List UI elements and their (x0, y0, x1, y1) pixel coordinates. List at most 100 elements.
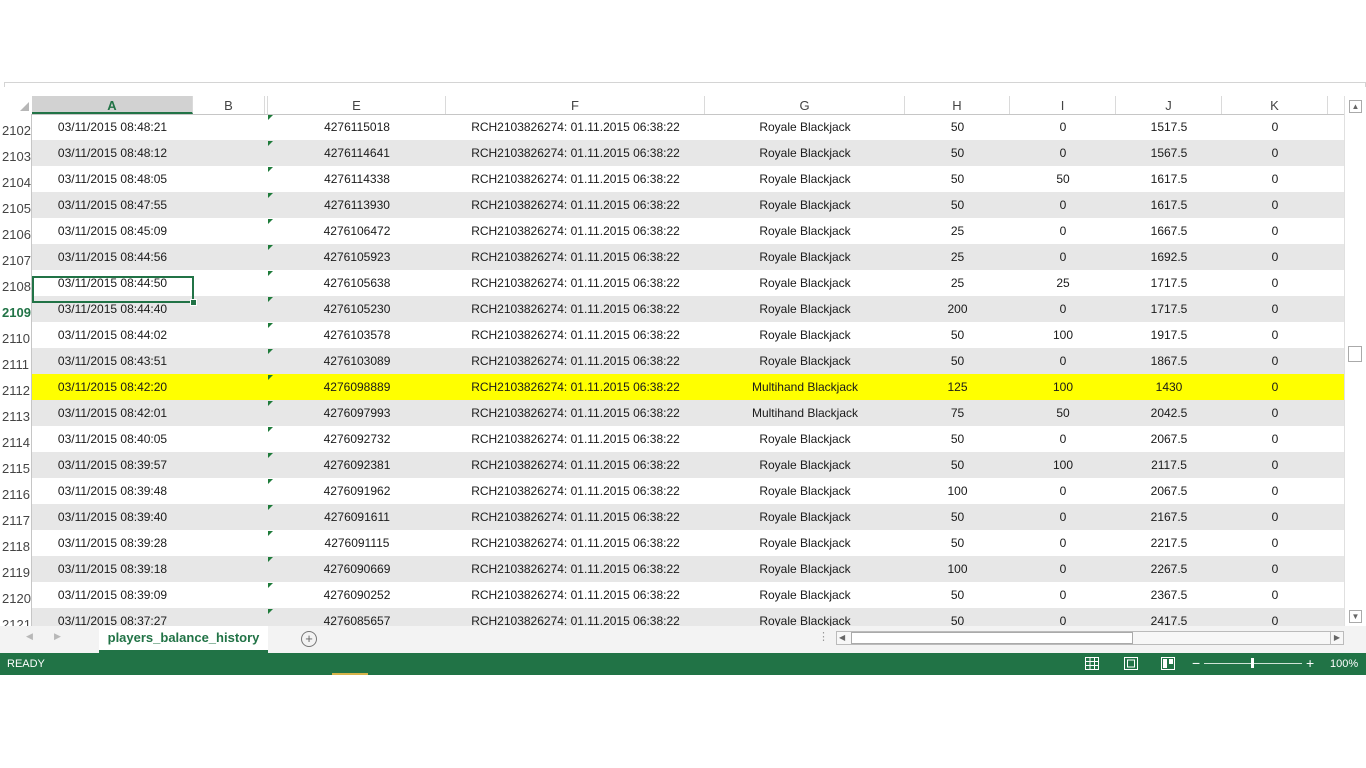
cell-E[interactable]: 4276090252 (268, 582, 446, 608)
cell-A[interactable]: 03/11/2015 08:39:09 (32, 582, 193, 608)
page-layout-icon[interactable] (1124, 657, 1138, 670)
cell-E[interactable]: 4276106472 (268, 218, 446, 244)
cell-F[interactable]: RCH2103826274: 01.11.2015 06:38:22 (446, 192, 705, 218)
cell-E[interactable]: 4276085657 (268, 608, 446, 626)
zoom-in-icon[interactable]: + (1306, 653, 1314, 674)
cell-F[interactable]: RCH2103826274: 01.11.2015 06:38:22 (446, 452, 705, 478)
cell-F[interactable]: RCH2103826274: 01.11.2015 06:38:22 (446, 114, 705, 140)
cell-I[interactable]: 0 (1010, 556, 1116, 582)
cell-A[interactable]: 03/11/2015 08:44:56 (32, 244, 193, 270)
row-header[interactable]: 2102 (0, 114, 32, 140)
cell-G[interactable]: Royale Blackjack (705, 270, 905, 296)
cell-J[interactable]: 2367.5 (1116, 582, 1222, 608)
cell-K[interactable]: 0 (1222, 270, 1328, 296)
cell-H[interactable]: 50 (905, 504, 1010, 530)
cell-A[interactable]: 03/11/2015 08:42:20 (32, 374, 193, 400)
cell-I[interactable]: 0 (1010, 192, 1116, 218)
zoom-out-icon[interactable]: − (1192, 653, 1200, 674)
cell-A[interactable]: 03/11/2015 08:42:01 (32, 400, 193, 426)
cell-K[interactable]: 0 (1222, 582, 1328, 608)
cell-E[interactable]: 4276105923 (268, 244, 446, 270)
cell-I[interactable]: 100 (1010, 374, 1116, 400)
cell-A[interactable]: 03/11/2015 08:45:09 (32, 218, 193, 244)
cell-H[interactable]: 50 (905, 608, 1010, 626)
column-header-J[interactable]: J (1116, 96, 1222, 114)
cell-J[interactable]: 2067.5 (1116, 478, 1222, 504)
cell-I[interactable]: 0 (1010, 426, 1116, 452)
cell-G[interactable]: Royale Blackjack (705, 166, 905, 192)
cell-F[interactable]: RCH2103826274: 01.11.2015 06:38:22 (446, 374, 705, 400)
cell-G[interactable]: Royale Blackjack (705, 296, 905, 322)
spreadsheet-grid[interactable]: A B E F G H I J K 2102 03/11/2015 08:48:2… (0, 96, 1344, 626)
cell-I[interactable]: 0 (1010, 582, 1116, 608)
cell-H[interactable]: 50 (905, 348, 1010, 374)
cell-J[interactable]: 1917.5 (1116, 322, 1222, 348)
cell-J[interactable]: 1567.5 (1116, 140, 1222, 166)
zoom-level[interactable]: 100% (1330, 653, 1358, 675)
cell-J[interactable]: 2067.5 (1116, 426, 1222, 452)
cell-F[interactable]: RCH2103826274: 01.11.2015 06:38:22 (446, 296, 705, 322)
cell-K[interactable]: 0 (1222, 426, 1328, 452)
cell-F[interactable]: RCH2103826274: 01.11.2015 06:38:22 (446, 556, 705, 582)
cell-J[interactable]: 1667.5 (1116, 218, 1222, 244)
cell-H[interactable]: 25 (905, 218, 1010, 244)
cell-G[interactable]: Royale Blackjack (705, 322, 905, 348)
column-header-G[interactable]: G (705, 96, 905, 114)
cell-I[interactable]: 0 (1010, 478, 1116, 504)
cell-I[interactable]: 0 (1010, 218, 1116, 244)
cell-A[interactable]: 03/11/2015 08:44:40 (32, 296, 193, 322)
normal-view-icon[interactable] (1085, 657, 1099, 670)
cell-G[interactable]: Royale Blackjack (705, 530, 905, 556)
row-header[interactable]: 2105 (0, 192, 32, 218)
cell-G[interactable]: Royale Blackjack (705, 244, 905, 270)
cell-I[interactable]: 0 (1010, 348, 1116, 374)
cell-A[interactable]: 03/11/2015 08:48:05 (32, 166, 193, 192)
row-header[interactable]: 2106 (0, 218, 32, 244)
cell-E[interactable]: 4276091115 (268, 530, 446, 556)
cell-K[interactable]: 0 (1222, 478, 1328, 504)
cell-F[interactable]: RCH2103826274: 01.11.2015 06:38:22 (446, 478, 705, 504)
cell-A[interactable]: 03/11/2015 08:44:50 (32, 270, 193, 296)
horizontal-scroll-thumb[interactable] (851, 632, 1133, 644)
cell-J[interactable]: 1617.5 (1116, 166, 1222, 192)
cell-H[interactable]: 50 (905, 426, 1010, 452)
cell-I[interactable]: 100 (1010, 322, 1116, 348)
cell-K[interactable]: 0 (1222, 504, 1328, 530)
cell-K[interactable]: 0 (1222, 400, 1328, 426)
cell-E[interactable]: 4276103578 (268, 322, 446, 348)
cell-A[interactable]: 03/11/2015 08:39:40 (32, 504, 193, 530)
cell-E[interactable]: 4276115018 (268, 114, 446, 140)
vertical-scroll-thumb[interactable] (1348, 346, 1362, 362)
cell-K[interactable]: 0 (1222, 374, 1328, 400)
cell-K[interactable]: 0 (1222, 166, 1328, 192)
cell-F[interactable]: RCH2103826274: 01.11.2015 06:38:22 (446, 218, 705, 244)
cell-J[interactable]: 1517.5 (1116, 114, 1222, 140)
cell-K[interactable]: 0 (1222, 192, 1328, 218)
cell-I[interactable]: 0 (1010, 114, 1116, 140)
cell-H[interactable]: 50 (905, 322, 1010, 348)
cell-H[interactable]: 25 (905, 244, 1010, 270)
cell-G[interactable]: Royale Blackjack (705, 582, 905, 608)
cell-G[interactable]: Royale Blackjack (705, 192, 905, 218)
cell-H[interactable]: 50 (905, 140, 1010, 166)
cell-I[interactable]: 0 (1010, 608, 1116, 626)
cell-A[interactable]: 03/11/2015 08:40:05 (32, 426, 193, 452)
cell-A[interactable]: 03/11/2015 08:39:28 (32, 530, 193, 556)
column-header-B[interactable]: B (193, 96, 265, 114)
cell-F[interactable]: RCH2103826274: 01.11.2015 06:38:22 (446, 244, 705, 270)
cell-H[interactable]: 50 (905, 114, 1010, 140)
cell-K[interactable]: 0 (1222, 452, 1328, 478)
cell-H[interactable]: 50 (905, 582, 1010, 608)
next-sheet-arrow-icon[interactable]: ▶ (54, 631, 61, 642)
cell-H[interactable]: 100 (905, 478, 1010, 504)
cell-I[interactable]: 50 (1010, 400, 1116, 426)
cell-E[interactable]: 4276105638 (268, 270, 446, 296)
cell-H[interactable]: 50 (905, 452, 1010, 478)
sheet-tab-players-balance-history[interactable]: players_balance_history (99, 626, 268, 653)
cell-G[interactable]: Royale Blackjack (705, 452, 905, 478)
cell-F[interactable]: RCH2103826274: 01.11.2015 06:38:22 (446, 530, 705, 556)
fill-handle[interactable] (190, 299, 197, 306)
cell-I[interactable]: 50 (1010, 166, 1116, 192)
cell-I[interactable]: 25 (1010, 270, 1116, 296)
cell-I[interactable]: 0 (1010, 504, 1116, 530)
